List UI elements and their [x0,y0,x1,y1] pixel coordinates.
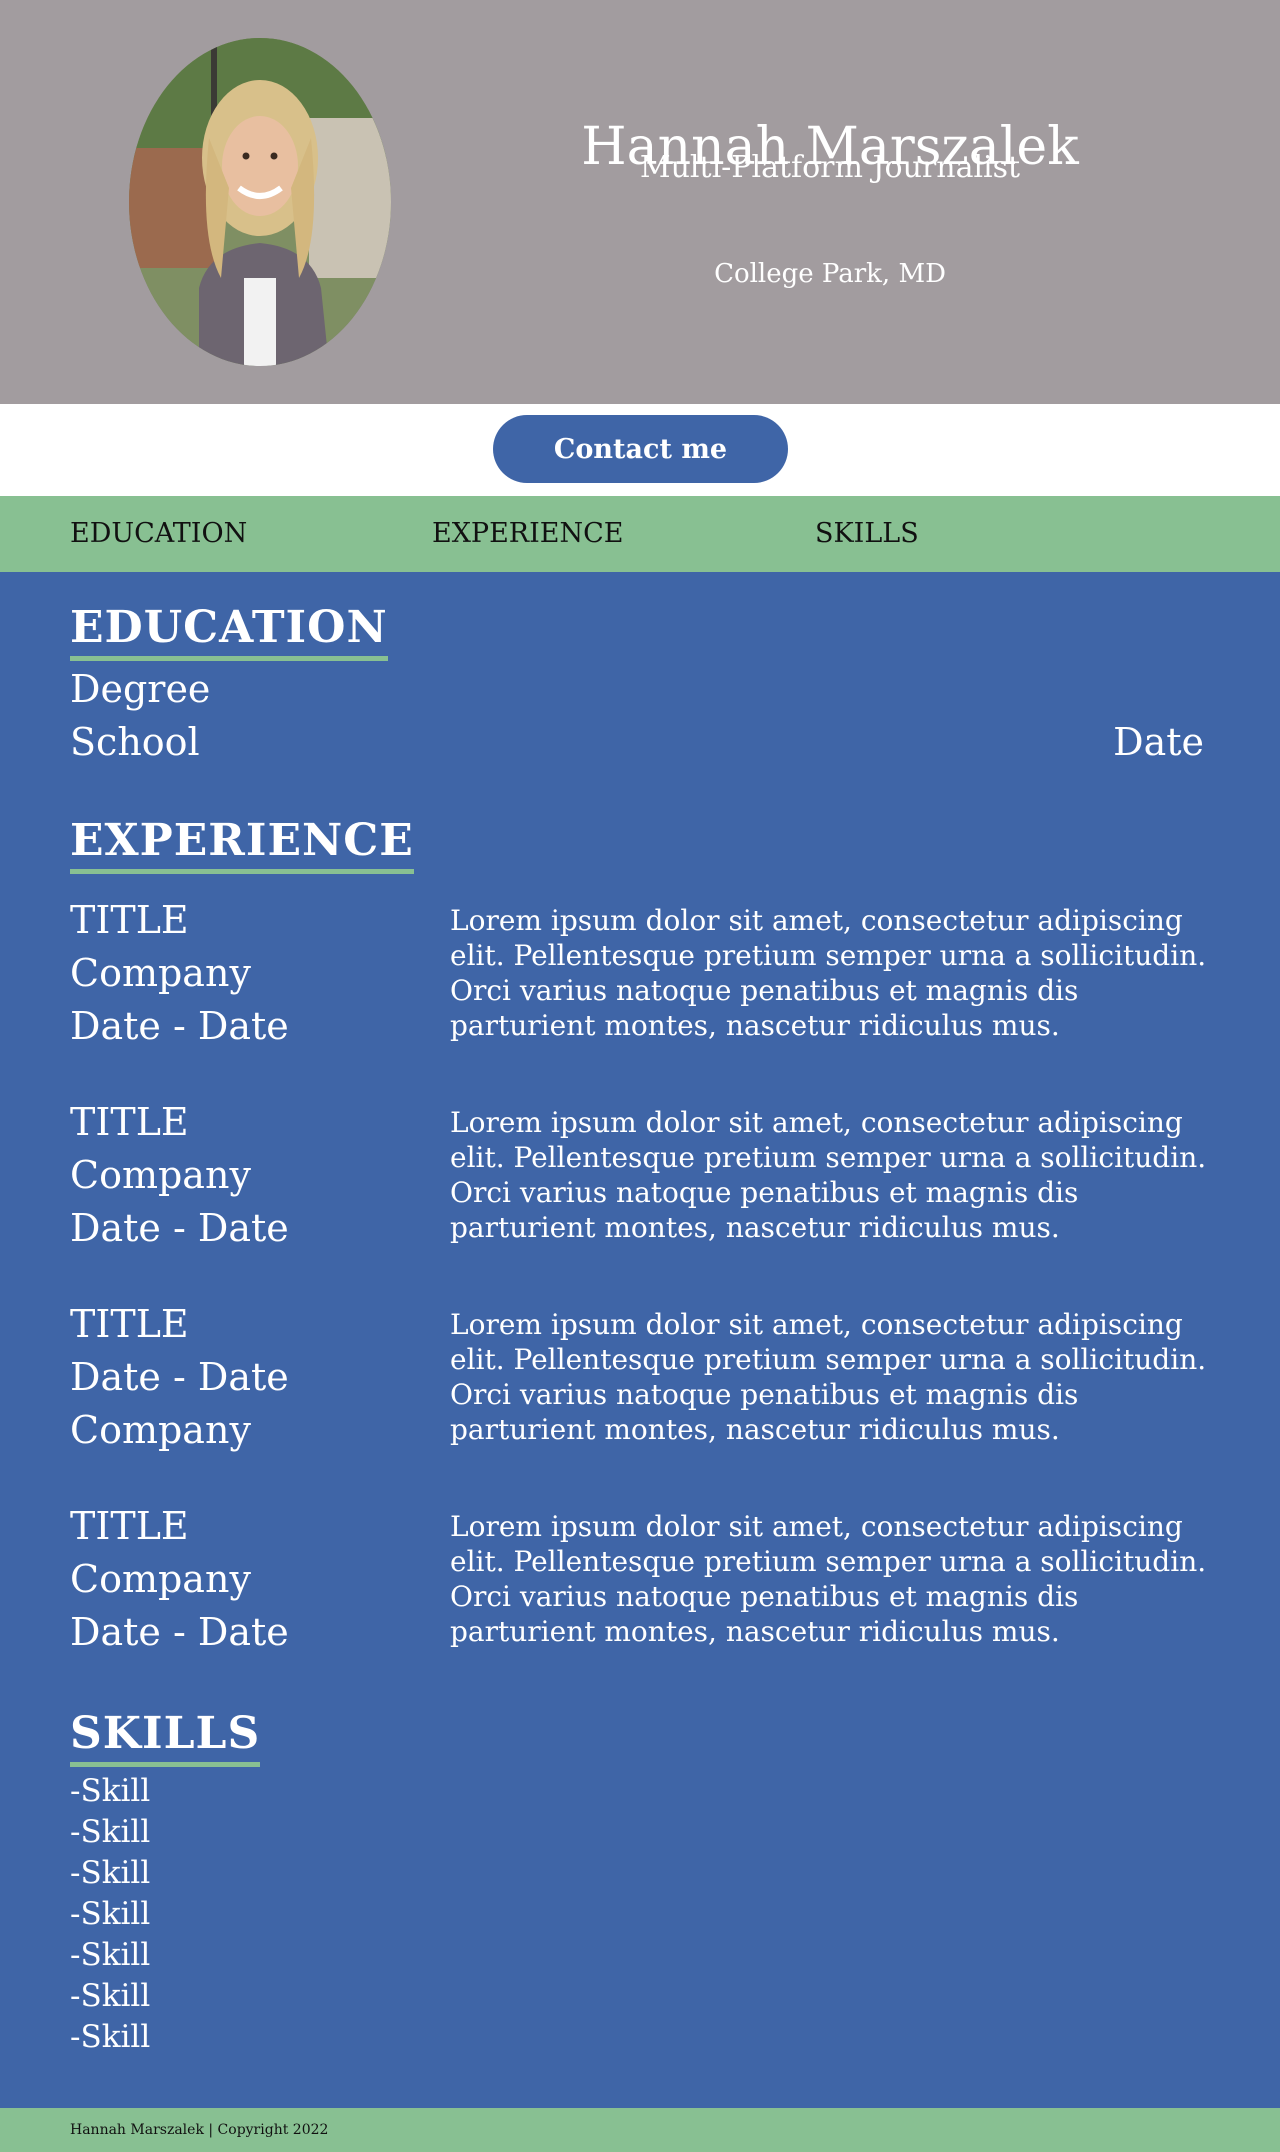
experience-dates: Date - Date [70,1355,289,1399]
experience-company: Company [70,1408,251,1452]
skill-item: -Skill [70,1814,151,1850]
experience-description: Lorem ipsum dolor sit amet, consectetur … [450,1510,1207,1648]
experience-heading: EXPERIENCE [70,815,414,874]
experience-title: TITLE [70,898,189,942]
profile-header: Hannah Marszalek Multi-Platform Journali… [0,0,1280,404]
nav-item-experience[interactable]: EXPERIENCE [432,516,624,552]
skill-item: -Skill [70,1896,151,1932]
experience-title: TITLE [70,1302,189,1346]
experience-dates: Date - Date [70,1610,289,1654]
footer-copyright: Hannah Marszalek | Copyright 2022 [70,2122,329,2138]
experience-company: Company [70,951,251,995]
education-degree: Degree [70,667,211,711]
experience-title: TITLE [70,1100,189,1144]
profile-location: College Park, MD [714,259,946,289]
experience-dates: Date - Date [70,1004,289,1048]
skills-heading: SKILLS [70,1708,261,1767]
experience-company: Company [70,1557,251,1601]
nav-item-education[interactable]: EDUCATION [70,516,247,552]
education-school: School [70,720,200,764]
experience-description: Lorem ipsum dolor sit amet, consectetur … [450,904,1207,1042]
education-heading: EDUCATION [70,602,388,661]
page-footer: Hannah Marszalek | Copyright 2022 [0,2108,1280,2152]
profile-role: Multi-Platform Journalist [639,150,1021,185]
skill-item: -Skill [70,2019,151,2055]
experience-description: Lorem ipsum dolor sit amet, consectetur … [450,1308,1207,1446]
experience-company: Company [70,1153,251,1197]
profile-photo-image [129,38,391,366]
profile-photo [129,38,391,366]
experience-dates: Date - Date [70,1206,289,1250]
education-date: Date [1113,720,1204,764]
skill-item: -Skill [70,1978,151,2014]
experience-title: TITLE [70,1504,189,1548]
skill-item: -Skill [70,1773,151,1809]
contact-button[interactable]: Contact me [493,415,788,483]
skill-item: -Skill [70,1855,151,1891]
section-nav: EDUCATION EXPERIENCE SKILLS [0,496,1280,572]
skill-item: -Skill [70,1937,151,1973]
nav-item-skills[interactable]: SKILLS [815,516,919,552]
contact-strip: Contact me [0,404,1280,496]
experience-description: Lorem ipsum dolor sit amet, consectetur … [450,1106,1207,1244]
